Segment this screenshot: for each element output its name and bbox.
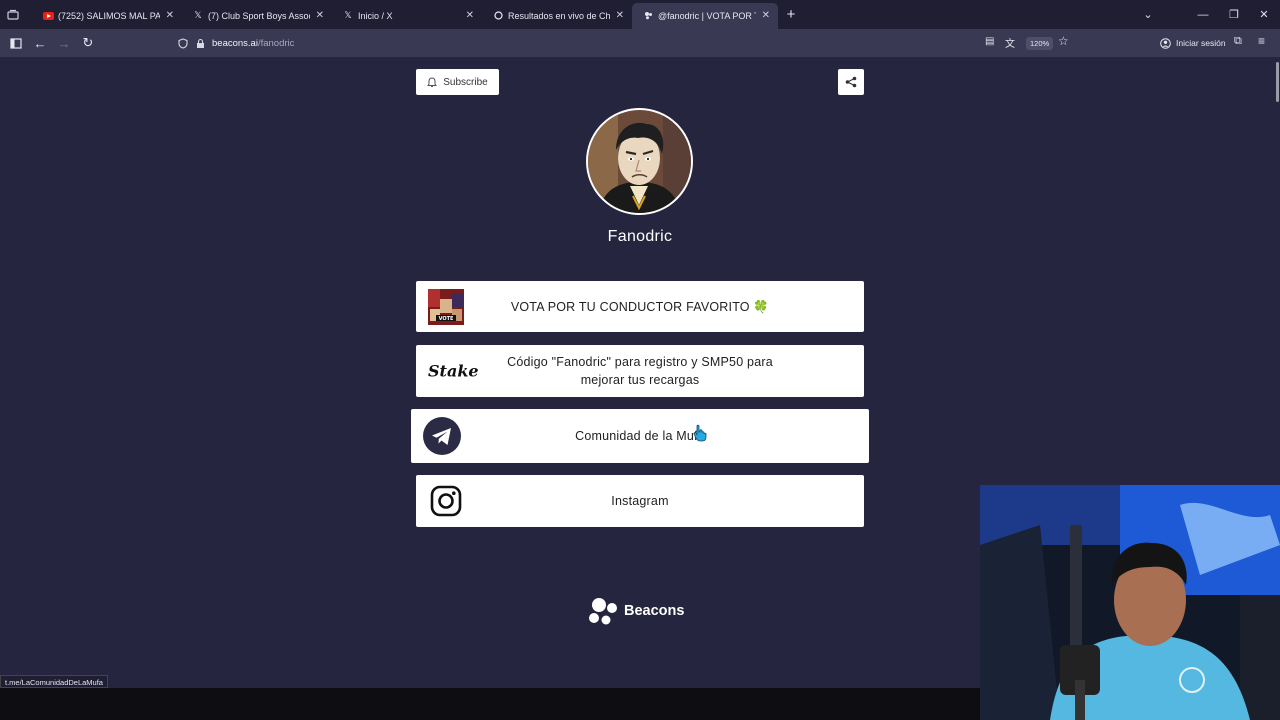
minimize-icon: — [1197, 8, 1209, 21]
hand-cursor-icon [693, 424, 707, 442]
close-tab-icon[interactable]: ✕ [166, 10, 174, 21]
tab-title: @fanodric | VOTA POR TU CON [658, 10, 756, 21]
close-window-button[interactable]: ✕ [1248, 0, 1280, 29]
x-icon: 𝕏 [194, 10, 202, 20]
tab-title: Resultados en vivo de Champio [508, 10, 610, 21]
tab-youtube[interactable]: (7252) SALIMOS MAL PARADOS ✕ [32, 3, 182, 29]
page-scrollbar[interactable] [1276, 62, 1279, 102]
link-comunidad-telegram[interactable]: Comunidad de la Mufa [411, 409, 869, 463]
flashscore-icon [492, 10, 504, 22]
restore-icon: ❐ [1229, 9, 1239, 21]
star-icon: ☆ [1058, 34, 1069, 48]
minimize-button[interactable]: — [1187, 0, 1219, 29]
address-bar[interactable]: beacons.ai/fanodric [178, 31, 1078, 55]
close-tab-icon[interactable]: ✕ [762, 10, 770, 21]
puzzle-icon: ⧉ [1234, 35, 1242, 47]
plus-icon: + [786, 6, 796, 23]
status-url: t.me/LaComunidadDeLaMufa [0, 675, 108, 688]
link-text: Instagram [611, 494, 669, 508]
back-button[interactable]: ← [28, 31, 52, 55]
beacons-icon [642, 10, 654, 22]
close-tab-icon[interactable]: ✕ [316, 10, 324, 21]
url-path: /fanodric [257, 37, 295, 49]
list-all-tabs-button[interactable]: ⌄ [1132, 0, 1164, 29]
profile-avatar [586, 108, 693, 215]
arrow-left-icon: ← [33, 35, 47, 51]
sign-in-label: Iniciar sesión [1176, 38, 1226, 48]
tab-list-button[interactable] [0, 0, 26, 29]
reader-view-icon: ▤ [985, 36, 995, 47]
tab-bar: (7252) SALIMOS MAL PARADOS ✕ 𝕏 (7) Club … [0, 0, 1280, 29]
bookmark-button[interactable]: ☆ [1058, 34, 1069, 48]
profile-name: Fanodric [607, 228, 673, 245]
vota-thumbnail-image: VOTE [428, 288, 464, 325]
close-tab-icon[interactable]: ✕ [466, 10, 474, 21]
forward-button[interactable]: → [52, 31, 76, 55]
webcam-overlay [980, 485, 1280, 720]
reader-view-button[interactable]: ▤ [985, 36, 994, 47]
link-text: VOTA POR TU CONDUCTOR FAVORITO 🍀 [510, 299, 770, 314]
sidebar-icon [10, 37, 22, 49]
x-icon: 𝕏 [344, 10, 352, 20]
navigation-toolbar: ← → ↻ beacons.ai/fanodric ▤ 文 120% ☆ Ini… [0, 29, 1280, 57]
stake-logo-text: Stake [428, 361, 479, 381]
url-host: beacons.ai [212, 37, 258, 49]
tab-title: (7252) SALIMOS MAL PARADOS [58, 10, 160, 21]
link-instagram[interactable]: Instagram [416, 475, 864, 527]
bell-icon [427, 76, 438, 87]
hamburger-icon: ≡ [1258, 34, 1266, 48]
beacons-icon [589, 598, 617, 625]
link-text: Código "Fanodric" para registro y SMP50 … [507, 355, 773, 387]
link-vota-conductor[interactable]: VOTE VOTA POR TU CONDUCTOR FAVORITO 🍀 [416, 281, 864, 332]
tab-club-sport-boys[interactable]: 𝕏 (7) Club Sport Boys Association ✕ [182, 3, 332, 29]
sign-in-button[interactable]: Iniciar sesión [1160, 35, 1226, 51]
account-icon [1160, 37, 1171, 49]
tab-fanodric-active[interactable]: @fanodric | VOTA POR TU CON ✕ [632, 2, 778, 29]
subscribe-label: Subscribe [443, 76, 488, 88]
translate-icon: 文 [1005, 39, 1015, 50]
link-text: Comunidad de la Mufa [575, 429, 705, 443]
tab-list-icon [7, 9, 19, 20]
arrow-right-icon: → [57, 35, 71, 51]
reload-button[interactable]: ↻ [76, 31, 100, 55]
link-stake-code[interactable]: Stake Código "Fanodric" para registro y … [416, 345, 864, 397]
share-button[interactable] [838, 69, 864, 95]
tab-title: Inicio / X [358, 10, 393, 21]
tab-title: (7) Club Sport Boys Association [208, 10, 310, 21]
extensions-button[interactable]: ⧉ [1234, 35, 1242, 48]
telegram-icon [423, 417, 461, 455]
sidebar-button[interactable] [4, 31, 28, 55]
beacons-footer-logo[interactable]: Beacons [588, 597, 684, 625]
subscribe-button[interactable]: Subscribe [416, 69, 499, 95]
tab-flashscore[interactable]: Resultados en vivo de Champio ✕ [482, 3, 632, 29]
svg-text:VOTE: VOTE [439, 316, 454, 322]
beacons-brand-name: Beacons [624, 603, 685, 619]
lock-icon [197, 38, 204, 48]
bottom-strip [0, 688, 980, 720]
shield-icon [178, 37, 188, 49]
translate-button[interactable]: 文 [1005, 35, 1015, 50]
new-tab-button[interactable]: + [778, 6, 804, 23]
tab-inicio-x[interactable]: 𝕏 Inicio / X ✕ [332, 3, 482, 29]
youtube-icon [42, 10, 54, 22]
reload-icon: ↻ [82, 35, 94, 50]
chevron-down-icon: ⌄ [1143, 9, 1153, 21]
close-tab-icon[interactable]: ✕ [616, 10, 624, 21]
zoom-level[interactable]: 120% [1026, 37, 1054, 50]
restore-button[interactable]: ❐ [1218, 0, 1250, 29]
menu-button[interactable]: ≡ [1258, 34, 1265, 48]
share-icon [845, 76, 857, 88]
instagram-icon [430, 485, 462, 517]
stake-logo: Stake [428, 362, 479, 381]
close-icon: ✕ [1259, 9, 1269, 21]
